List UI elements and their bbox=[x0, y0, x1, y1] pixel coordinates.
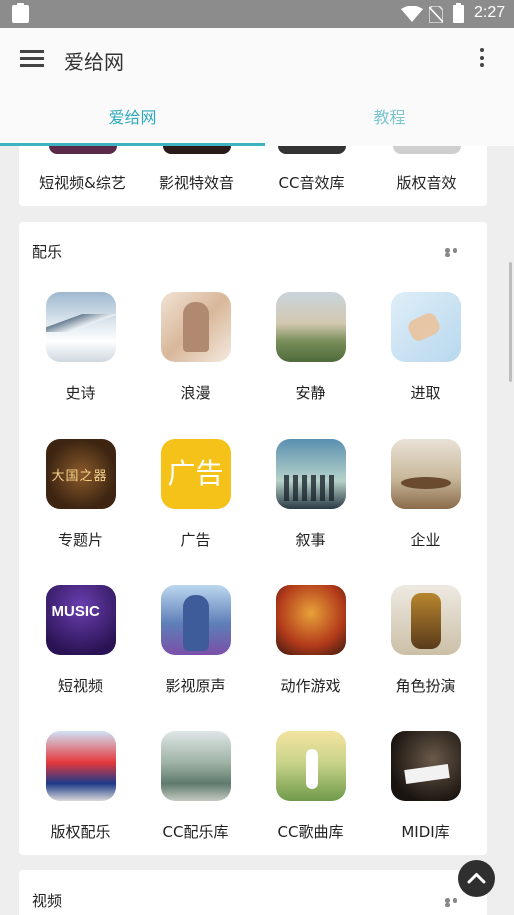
music-item-cc-song-library[interactable]: CC歌曲库 bbox=[252, 731, 369, 878]
music-item-role-playing[interactable]: 角色扮演 bbox=[367, 585, 484, 732]
category-label: 短视频&综艺 bbox=[39, 174, 126, 192]
music-item-label: 广告 bbox=[180, 531, 211, 549]
music-item-epic[interactable]: 史诗 bbox=[22, 292, 139, 439]
music-item-thumbnail bbox=[275, 585, 346, 655]
music-item-thumbnail bbox=[160, 731, 231, 801]
section-title: 视频 bbox=[32, 892, 63, 910]
wifi-icon bbox=[401, 6, 423, 22]
music-item-thumbnail: 大国之器 bbox=[45, 439, 116, 509]
category-thumbnail bbox=[392, 146, 461, 154]
music-item-quiet[interactable]: 安静 bbox=[252, 292, 369, 439]
sound-effects-card: 短视频&综艺 影视特效音 CC音效库 版权音效 bbox=[19, 146, 487, 206]
music-item-thumbnail bbox=[160, 585, 231, 655]
music-item-label: 专题片 bbox=[57, 531, 103, 549]
status-time: 2:27 bbox=[474, 4, 506, 21]
category-thumbnail bbox=[48, 146, 117, 154]
music-item-label: CC配乐库 bbox=[162, 823, 229, 841]
video-section-card: 视频 bbox=[19, 870, 487, 915]
music-item-thumbnail bbox=[45, 292, 116, 362]
music-item-narrative[interactable]: 叙事 bbox=[252, 439, 369, 586]
app-bar: 爱给网 bbox=[0, 28, 514, 90]
music-item-label: 安静 bbox=[295, 384, 326, 402]
category-film-effects[interactable]: 影视特效音 bbox=[138, 146, 255, 193]
menu-icon[interactable] bbox=[20, 50, 44, 68]
music-item-thumbnail: MUSIC bbox=[45, 585, 116, 655]
music-item-thumbnail bbox=[275, 731, 346, 801]
app-title: 爱给网 bbox=[64, 50, 124, 74]
music-item-thumbnail bbox=[275, 292, 346, 362]
music-item-action-game[interactable]: 动作游戏 bbox=[252, 585, 369, 732]
music-item-label: 影视原声 bbox=[165, 677, 226, 695]
music-item-label: 史诗 bbox=[65, 384, 96, 402]
tab-tutorials[interactable]: 教程 bbox=[261, 90, 514, 146]
more-icon[interactable] bbox=[445, 898, 467, 907]
section-title: 配乐 bbox=[32, 243, 63, 261]
music-item-thumbnail bbox=[275, 439, 346, 509]
music-item-documentary[interactable]: 大国之器 专题片 bbox=[22, 439, 139, 586]
music-item-thumbnail bbox=[390, 292, 461, 362]
scroll-to-top-button[interactable] bbox=[458, 860, 495, 897]
category-thumbnail bbox=[162, 146, 231, 154]
category-licensed-sound-effects[interactable]: 版权音效 bbox=[368, 146, 485, 193]
music-item-thumbnail bbox=[160, 292, 231, 362]
music-item-label: 叙事 bbox=[295, 531, 326, 549]
music-item-licensed-music[interactable]: 版权配乐 bbox=[22, 731, 139, 878]
music-item-midi-library[interactable]: MIDI库 bbox=[367, 731, 484, 878]
category-short-video-variety[interactable]: 短视频&综艺 bbox=[24, 146, 141, 193]
battery-icon bbox=[453, 3, 464, 23]
no-sim-icon bbox=[429, 6, 443, 23]
music-item-label: 短视频 bbox=[57, 677, 103, 695]
clipboard-notification-icon bbox=[12, 3, 29, 23]
category-label: CC音效库 bbox=[278, 174, 345, 192]
music-item-cc-music-library[interactable]: CC配乐库 bbox=[137, 731, 254, 878]
thumbnail-text: 大国之器 bbox=[51, 469, 108, 484]
more-icon[interactable] bbox=[445, 248, 467, 257]
thumbnail-text: 广告 bbox=[167, 457, 224, 490]
tab-bar: 爱给网 教程 bbox=[0, 90, 514, 146]
music-item-thumbnail bbox=[390, 439, 461, 509]
music-item-ambition[interactable]: 进取 bbox=[367, 292, 484, 439]
music-section-card: 配乐 史诗 浪漫 安静 进取 大国之器 专题片 广告 广告 叙事 企业 MUSI… bbox=[19, 222, 487, 855]
music-item-label: 浪漫 bbox=[180, 384, 211, 402]
music-item-label: MIDI库 bbox=[401, 823, 450, 841]
music-item-label: 版权配乐 bbox=[50, 823, 111, 841]
category-label: 版权音效 bbox=[396, 174, 457, 192]
status-bar: 2:27 bbox=[0, 0, 514, 28]
music-item-label: 进取 bbox=[410, 384, 441, 402]
category-cc-sound-library[interactable]: CC音效库 bbox=[253, 146, 370, 193]
music-item-thumbnail: 广告 bbox=[160, 439, 231, 509]
overflow-menu-icon[interactable] bbox=[476, 48, 488, 70]
music-item-short-video[interactable]: MUSIC 短视频 bbox=[22, 585, 139, 732]
music-item-label: CC歌曲库 bbox=[277, 823, 344, 841]
chevron-up-icon bbox=[467, 873, 486, 884]
music-item-corporate[interactable]: 企业 bbox=[367, 439, 484, 586]
music-item-label: 角色扮演 bbox=[395, 677, 456, 695]
tab-aigei[interactable]: 爱给网 bbox=[4, 90, 261, 146]
scrollbar[interactable] bbox=[509, 262, 512, 382]
music-item-advertising[interactable]: 广告 广告 bbox=[137, 439, 254, 586]
music-item-thumbnail bbox=[45, 731, 116, 801]
category-thumbnail bbox=[277, 146, 346, 154]
category-label: 影视特效音 bbox=[158, 174, 234, 192]
music-item-label: 动作游戏 bbox=[280, 677, 341, 695]
music-item-label: 企业 bbox=[410, 531, 441, 549]
music-item-thumbnail bbox=[390, 731, 461, 801]
music-item-film-soundtrack[interactable]: 影视原声 bbox=[137, 585, 254, 732]
thumbnail-text: MUSIC bbox=[51, 603, 100, 620]
music-item-thumbnail bbox=[390, 585, 461, 655]
music-item-romance[interactable]: 浪漫 bbox=[137, 292, 254, 439]
